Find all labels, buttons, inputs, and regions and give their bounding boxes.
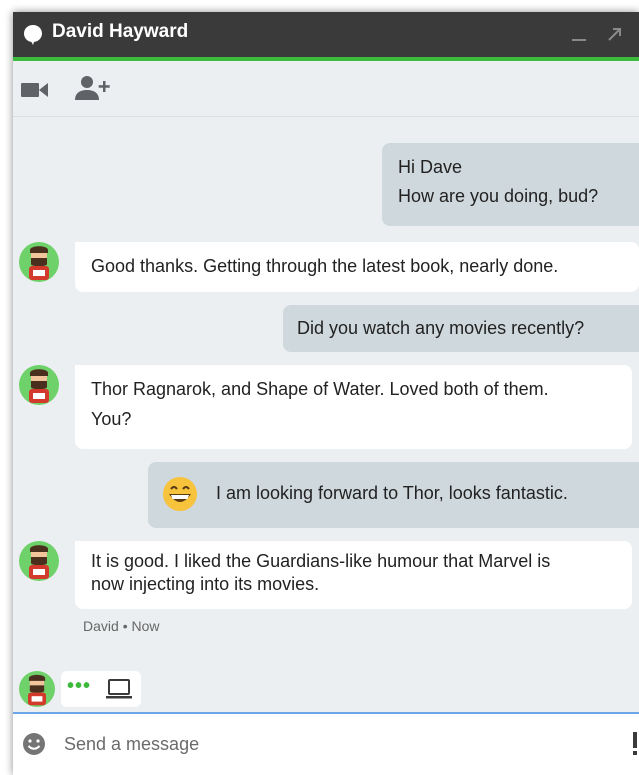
avatar[interactable] <box>19 541 59 581</box>
chat-toolbar <box>13 61 639 117</box>
incoming-message: Good thanks. Getting through the latest … <box>75 242 639 292</box>
message-line: You? <box>91 409 132 430</box>
emoji-icon[interactable] <box>22 732 46 756</box>
pop-out-icon[interactable] <box>604 23 626 45</box>
message-line: now injecting into its movies. <box>91 574 320 595</box>
message-line: Did you watch any movies recently? <box>297 318 585 338</box>
avatar-illustration-icon <box>28 674 46 706</box>
outgoing-message: Hi Dave How are you doing, bud? <box>382 143 639 226</box>
message-list: Hi Dave How are you doing, bud? Good tha… <box>13 117 639 712</box>
chat-bubble-icon <box>24 25 42 45</box>
message-line: Thor Ragnarok, and Shape of Water. Loved… <box>91 379 549 399</box>
incoming-message: Thor Ragnarok, and Shape of Water. Loved… <box>75 365 632 449</box>
meta-separator: • <box>122 618 128 634</box>
avatar[interactable] <box>19 671 55 707</box>
window-title: David Hayward <box>52 21 189 42</box>
typing-bubble: ••• <box>61 671 141 707</box>
typing-dots: ••• <box>67 675 92 697</box>
avatar[interactable] <box>19 365 59 405</box>
meta-time: Now <box>131 618 160 634</box>
chat-window: David Hayward Hi Dave How are you doing,… <box>13 12 639 775</box>
avatar[interactable] <box>19 242 59 282</box>
avatar-illustration-icon <box>29 246 49 280</box>
avatar-illustration-icon <box>29 369 49 403</box>
videocam-icon[interactable] <box>20 80 50 100</box>
typing-indicator: ••• <box>13 662 639 712</box>
message-line: Hi Dave <box>398 157 463 177</box>
message-line: I am looking forward to Thor, looks fant… <box>216 483 568 503</box>
minimize-icon[interactable] <box>569 25 589 45</box>
message-line: Good thanks. Getting through the latest … <box>91 256 559 276</box>
message-composer <box>13 712 639 775</box>
person-add-icon[interactable] <box>75 74 111 102</box>
message-line: It is good. I liked the Guardians-like h… <box>91 551 551 571</box>
grinning-face-emoji-icon <box>163 477 197 511</box>
title-bar[interactable]: David Hayward <box>13 12 639 61</box>
message-input[interactable] <box>62 728 606 760</box>
laptop-icon <box>106 679 132 699</box>
more-options-icon[interactable] <box>633 732 639 756</box>
avatar-illustration-icon <box>29 545 49 579</box>
meta-sender: David <box>83 618 119 634</box>
incoming-message: It is good. I liked the Guardians-like h… <box>75 541 632 609</box>
outgoing-message: I am looking forward to Thor, looks fant… <box>148 462 639 528</box>
message-meta: David • Now <box>83 618 160 634</box>
message-line: How are you doing, bud? <box>398 186 599 207</box>
outgoing-message: Did you watch any movies recently? <box>283 305 639 352</box>
